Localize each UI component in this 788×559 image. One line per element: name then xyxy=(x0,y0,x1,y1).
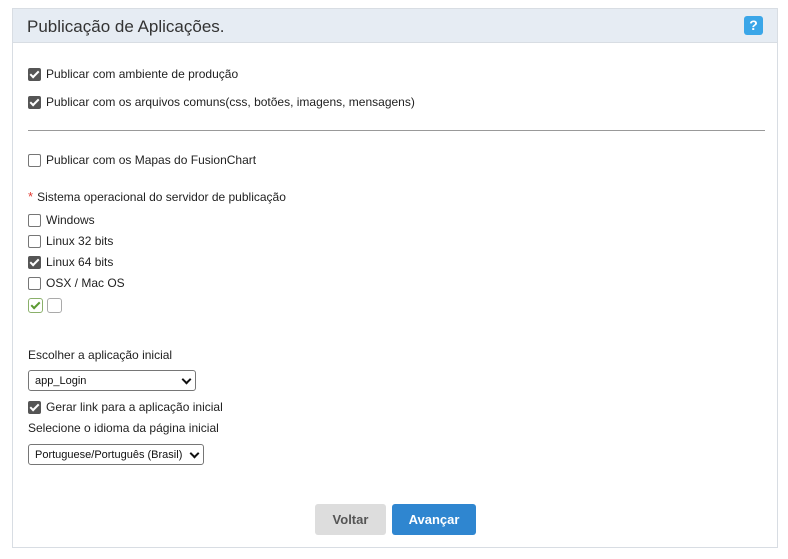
option-fusionchart[interactable]: Publicar com os Mapas do FusionChart xyxy=(28,153,256,167)
gen-link-checkbox[interactable] xyxy=(28,400,41,414)
chevron-down-icon xyxy=(181,374,192,385)
linux64-label: Linux 64 bits xyxy=(46,255,114,269)
language-label-text: Selecione o idioma da página inicial xyxy=(28,421,219,435)
select-all-controls xyxy=(28,298,66,313)
linux64-checkbox[interactable] xyxy=(28,255,41,269)
language-label: Selecione o idioma da página inicial xyxy=(28,421,219,435)
windows-checkbox[interactable] xyxy=(28,213,41,227)
fusionchart-label: Publicar com os Mapas do FusionChart xyxy=(46,153,257,167)
page-title: Publicação de Aplicações. xyxy=(27,17,225,36)
panel-header: Publicação de Aplicações. ? xyxy=(13,9,777,43)
option-producao[interactable]: Publicar com ambiente de produção xyxy=(28,67,238,81)
os-option-linux32[interactable]: Linux 32 bits xyxy=(28,234,113,248)
linux32-checkbox[interactable] xyxy=(28,234,41,248)
os-option-linux64[interactable]: Linux 64 bits xyxy=(28,255,113,269)
uncheck-all-icon[interactable] xyxy=(47,298,62,313)
producao-label: Publicar com ambiente de produção xyxy=(46,67,239,81)
help-button[interactable]: ? xyxy=(744,16,763,35)
os-option-osx[interactable]: OSX / Mac OS xyxy=(28,276,125,290)
divider xyxy=(28,130,765,131)
os-option-windows[interactable]: Windows xyxy=(28,213,95,227)
initial-app-select[interactable]: app_Login xyxy=(28,370,196,391)
fusionchart-checkbox[interactable] xyxy=(28,153,41,167)
producao-checkbox[interactable] xyxy=(28,67,41,81)
initial-app-label-text: Escolher a aplicação inicial xyxy=(28,348,173,362)
osx-label: OSX / Mac OS xyxy=(46,276,125,290)
os-section-label: * Sistema operacional do servidor de pub… xyxy=(28,189,286,204)
publication-panel: Publicação de Aplicações. ? Publicar com… xyxy=(12,8,778,548)
next-button[interactable]: Avançar xyxy=(392,504,476,535)
required-mark: * xyxy=(28,189,34,204)
initial-app-label: Escolher a aplicação inicial xyxy=(28,348,172,362)
gen-link-label: Gerar link para a aplicação inicial xyxy=(46,400,223,414)
option-comuns[interactable]: Publicar com os arquivos comuns(css, bot… xyxy=(28,95,415,109)
language-select[interactable]: Portuguese/Português (Brasil) xyxy=(28,444,204,465)
language-selected: Portuguese/Português (Brasil) xyxy=(35,448,183,461)
comuns-checkbox[interactable] xyxy=(28,95,41,109)
initial-app-selected: app_Login xyxy=(35,374,87,387)
linux32-label: Linux 32 bits xyxy=(46,234,114,248)
back-button[interactable]: Voltar xyxy=(315,504,386,535)
check-all-icon[interactable] xyxy=(28,298,43,313)
windows-label: Windows xyxy=(46,213,95,227)
os-label: Sistema operacional do servidor de publi… xyxy=(37,189,286,204)
osx-checkbox[interactable] xyxy=(28,276,41,290)
option-gen-link[interactable]: Gerar link para a aplicação inicial xyxy=(28,400,223,414)
comuns-label: Publicar com os arquivos comuns(css, bot… xyxy=(46,95,415,109)
chevron-down-icon xyxy=(189,448,200,459)
